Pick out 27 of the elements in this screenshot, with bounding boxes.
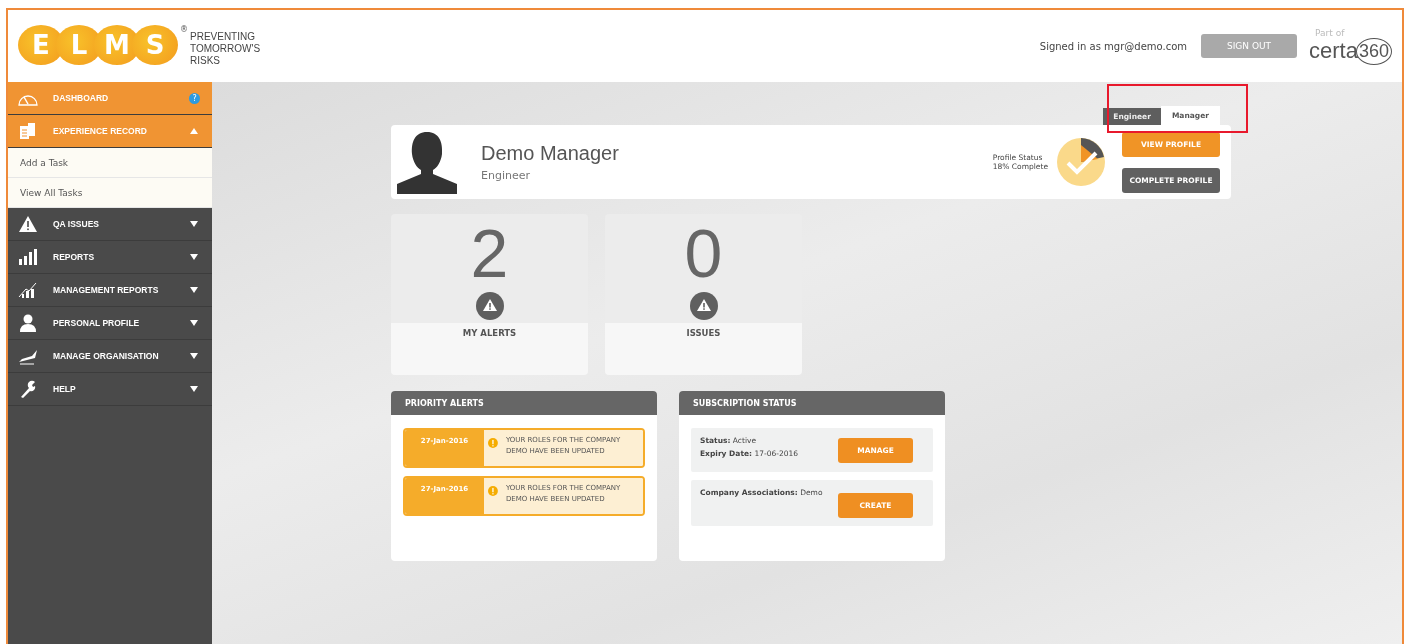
submenu-item[interactable]: Add a Task: [8, 148, 212, 178]
partner-logo: Part of certa360: [1309, 27, 1392, 65]
user-name: Demo Manager: [481, 142, 620, 165]
warning-icon: [475, 292, 504, 320]
stat-value: 0: [684, 214, 723, 292]
person-icon: [18, 314, 38, 332]
user-role: Engineer: [481, 169, 531, 182]
panel-title: SUBSCRIPTION STATUS: [679, 391, 945, 415]
signed-in-text: Signed in as mgr@demo.com: [1039, 40, 1188, 52]
progress-pie-icon: [1056, 137, 1106, 187]
bar-chart-icon: [18, 248, 38, 266]
elms-logo: E L M S: [18, 25, 178, 65]
warning-icon: [18, 215, 38, 233]
wrench-icon: [18, 380, 38, 398]
registered-mark: ®: [180, 25, 188, 34]
avatar-icon: [395, 130, 459, 194]
stat-label: MY ALERTS: [462, 328, 517, 338]
exclamation-icon: [488, 435, 498, 451]
exclamation-icon: [488, 483, 498, 499]
submenu-item[interactable]: View All Tasks: [8, 178, 212, 208]
panel-title: PRIORITY ALERTS: [391, 391, 657, 415]
stat-label: ISSUES: [686, 328, 721, 338]
trend-chart-icon: [18, 281, 38, 299]
stat-value: 2: [470, 214, 509, 292]
documents-icon: [18, 122, 38, 140]
warning-icon: [689, 292, 718, 320]
tagline: PREVENTING TOMORROW'S RISKS: [190, 31, 260, 67]
